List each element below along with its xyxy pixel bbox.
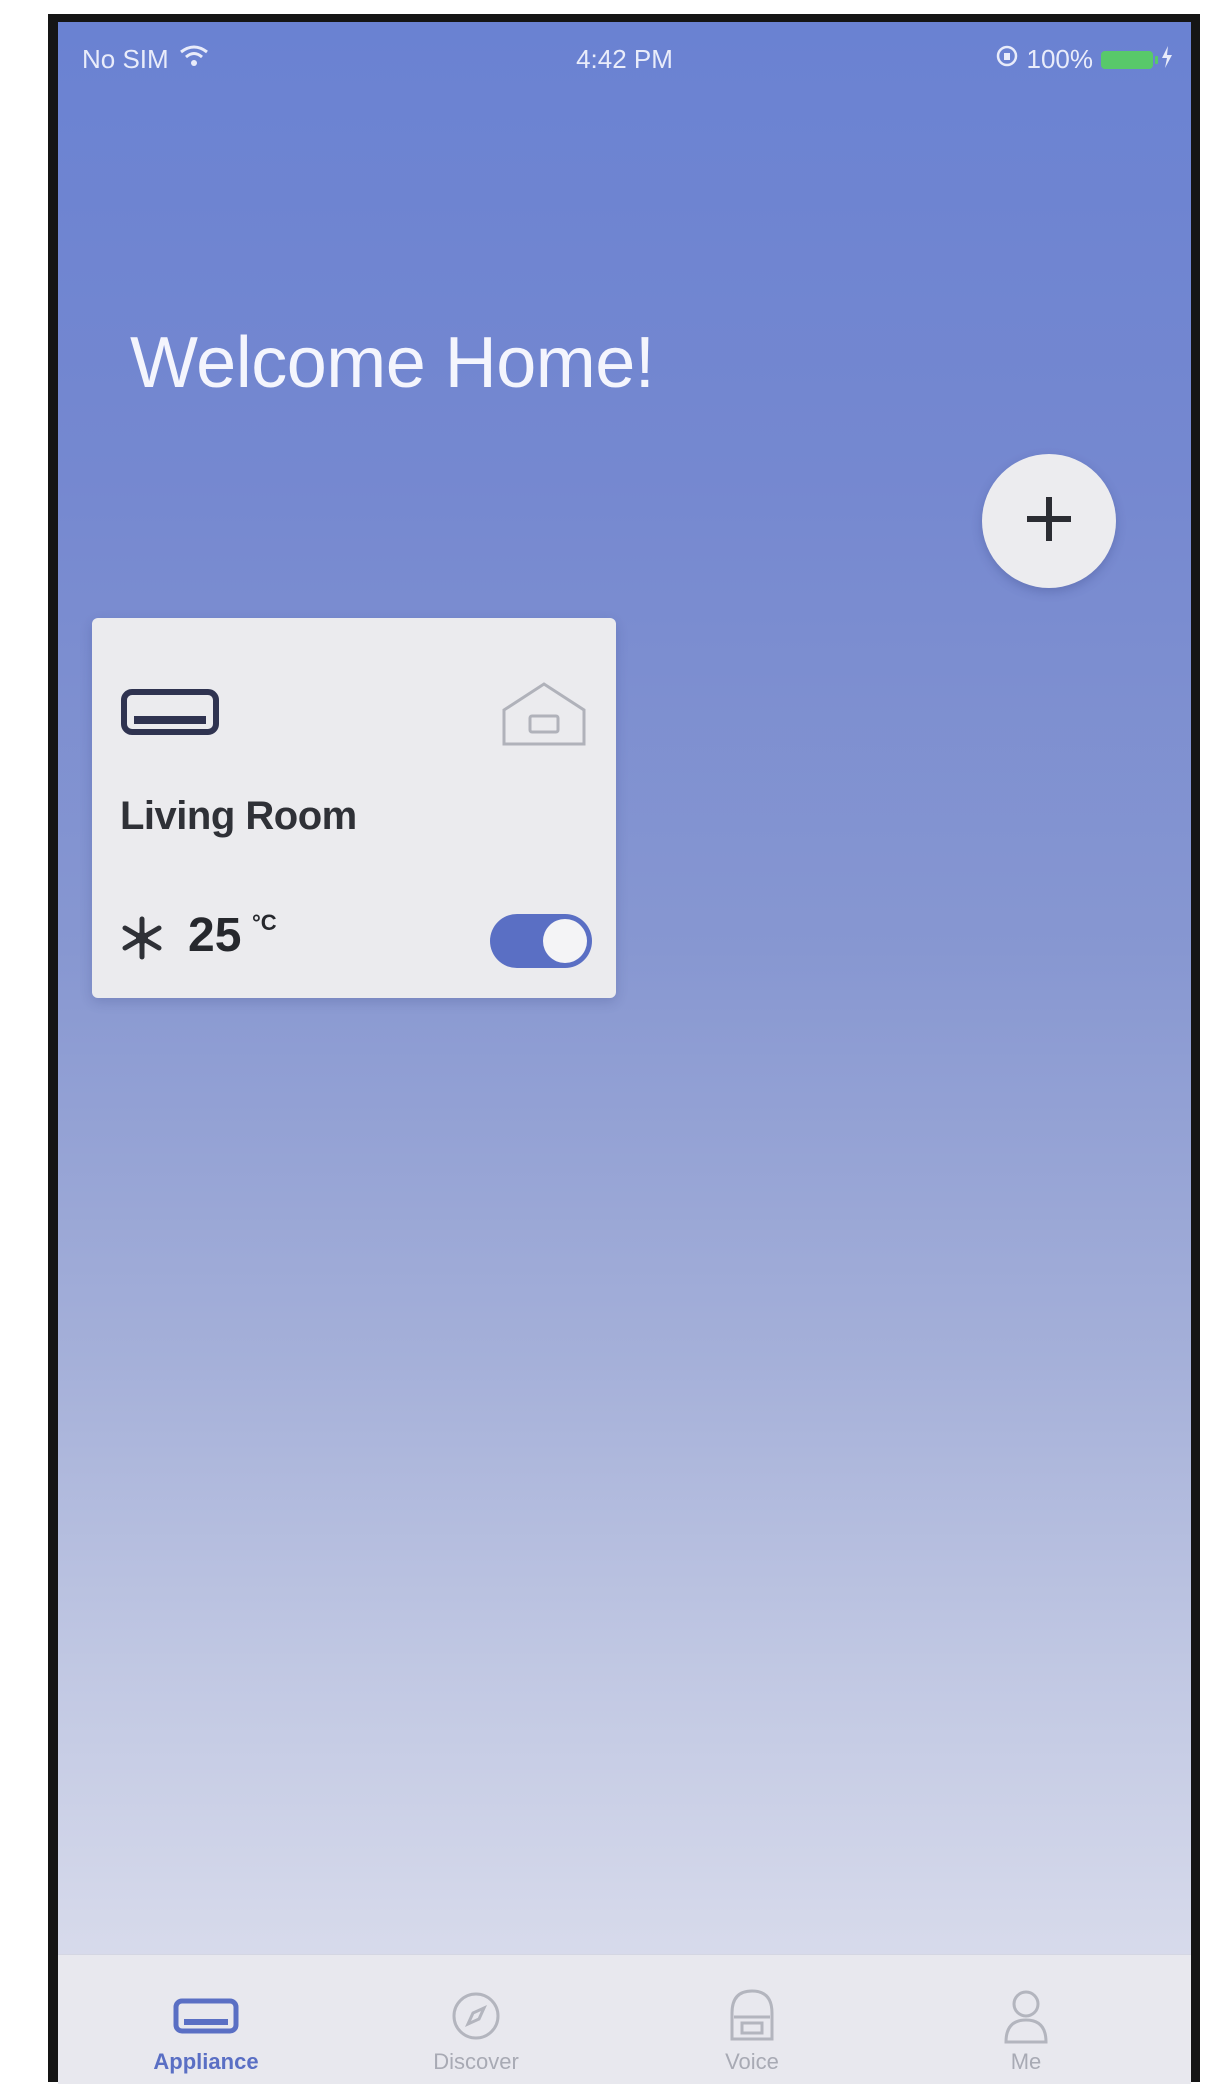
tab-discover[interactable]: Discover [376,1955,576,2084]
tab-me[interactable]: Me [926,1955,1126,2084]
tab-appliance[interactable]: Appliance [106,1955,306,2084]
power-toggle[interactable] [490,914,592,968]
speaker-icon [726,1987,778,2045]
page-title: Welcome Home! [130,323,655,403]
device-card[interactable]: Living Room 25 °C [92,618,616,998]
tab-label: Me [1010,2049,1042,2074]
temperature-value: 25 [188,909,242,962]
status-bar: No SIM 4:42 PM 100% [58,22,1191,92]
battery-percent: 100% [1026,44,1094,74]
battery-icon [1101,50,1158,69]
phone-screen: No SIM 4:42 PM 100% Welcome Home! Living… [58,22,1191,2084]
tab-label: Appliance [153,2049,259,2074]
tab-label: Voice [725,2049,779,2074]
compass-icon [450,1987,502,2045]
user-icon [1003,1987,1049,2045]
ac-unit-icon [120,688,220,741]
ac-unit-icon [173,1987,239,2045]
house-icon [500,680,588,753]
status-right: 100% [995,44,1174,75]
bottom-tab-bar: Appliance Discover Voice Me [58,1954,1191,2084]
tab-voice[interactable]: Voice [652,1955,852,2084]
rotation-lock-icon [995,44,1019,75]
toggle-knob [543,919,587,963]
snowflake-icon [120,916,164,965]
plus-icon [1019,489,1079,554]
charging-icon [1161,44,1173,75]
temperature-unit: °C [252,910,277,935]
add-device-button[interactable] [982,454,1116,588]
device-name: Living Room [120,794,357,838]
tab-label: Discover [433,2049,519,2074]
